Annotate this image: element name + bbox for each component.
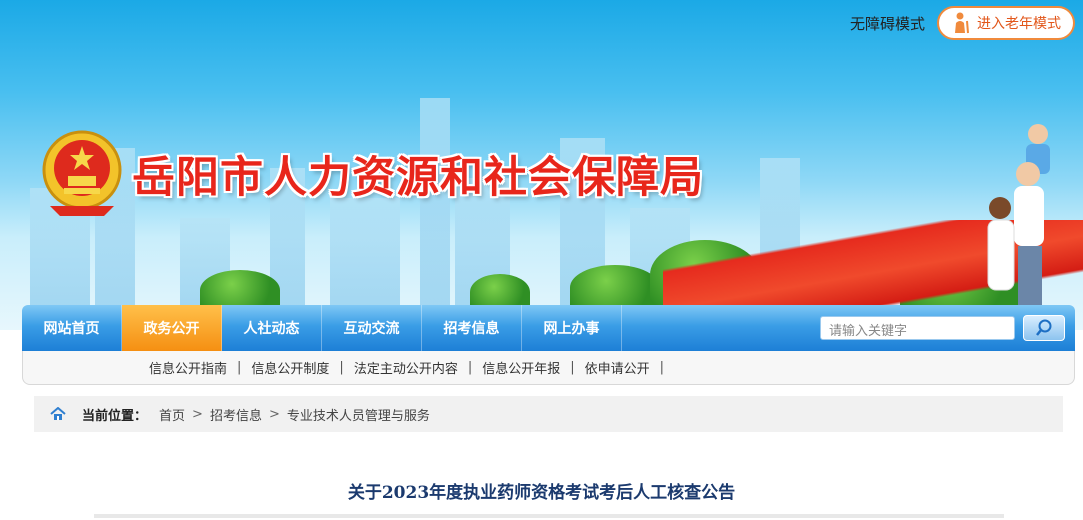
breadcrumb-item-recruitment[interactable]: 招考信息 [210, 405, 262, 424]
main-navigation: 网站首页 政务公开 人社动态 互动交流 招考信息 网上办事 请输入关键字 [22, 305, 1075, 351]
separator: | [659, 360, 665, 375]
separator: | [339, 360, 344, 375]
family-figure-image [987, 124, 1050, 306]
elder-mode-button[interactable]: 进入老年模式 [937, 6, 1075, 40]
nav-item-home[interactable]: 网站首页 [22, 305, 122, 351]
breadcrumb-item-home[interactable]: 首页 [159, 405, 185, 424]
subnav-item-application[interactable]: 依申请公开 [585, 358, 650, 377]
elder-mode-label: 进入老年模式 [977, 16, 1061, 32]
nav-item-interaction[interactable]: 互动交流 [322, 305, 422, 351]
nav-item-online-services[interactable]: 网上办事 [522, 305, 622, 351]
search-button[interactable] [1023, 315, 1065, 341]
nav-item-news[interactable]: 人社动态 [222, 305, 322, 351]
subnav-item-system[interactable]: 信息公开制度 [251, 358, 329, 377]
article-title: 关于2023年度执业药师资格考试考后人工核查公告 [347, 483, 736, 503]
separator: | [570, 360, 575, 375]
breadcrumb: 当前位置： 首页 > 招考信息 > 专业技术人员管理与服务 [34, 396, 1063, 432]
breadcrumb-label: 当前位置： [82, 408, 148, 424]
divider [94, 514, 1004, 518]
accessibility-mode-link[interactable]: 无障碍模式 [850, 13, 925, 34]
elder-person-icon [951, 12, 971, 34]
breadcrumb-item-professional-services[interactable]: 专业技术人员管理与服务 [287, 405, 430, 424]
subnav-item-annual-report[interactable]: 信息公开年报 [482, 358, 560, 377]
subnav-item-guide[interactable]: 信息公开指南 [149, 358, 227, 377]
nav-item-recruitment[interactable]: 招考信息 [422, 305, 522, 351]
search-input[interactable]: 请输入关键字 [820, 316, 1015, 340]
chevron-right-icon: > [268, 406, 280, 422]
search-icon [1036, 319, 1052, 336]
chevron-right-icon: > [192, 406, 203, 422]
separator: | [467, 360, 473, 375]
sub-navigation: 信息公开指南 | 信息公开制度 | 法定主动公开内容 | 信息公开年报 | 依申请公开 | [22, 351, 1075, 385]
page: 岳阳市人力资源和社会保障局 无障碍模式 进入老年模式 网站首页 政务公开 人社动… [0, 0, 1083, 520]
home-icon [50, 407, 66, 420]
nav-item-gov-affairs[interactable]: 政务公开 [122, 305, 222, 351]
separator: | [237, 360, 242, 375]
header-banner: 岳阳市人力资源和社会保障局 无障碍模式 进入老年模式 [0, 0, 1083, 330]
site-title: 岳阳市人力资源和社会保障局 [132, 153, 704, 203]
national-emblem-icon [42, 130, 122, 216]
subnav-item-statutory-content[interactable]: 法定主动公开内容 [354, 358, 458, 377]
top-toolbar: 无障碍模式 进入老年模式 [850, 6, 1075, 40]
